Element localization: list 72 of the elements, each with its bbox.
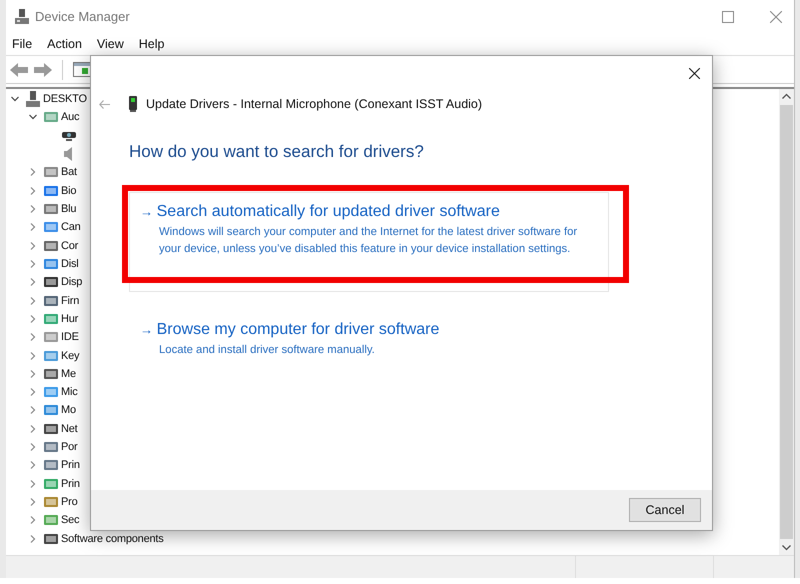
menu-item[interactable]: Action xyxy=(46,37,83,51)
expand-chevron-icon[interactable] xyxy=(29,424,37,433)
expand-chevron-icon[interactable] xyxy=(29,314,37,323)
maximize-icon[interactable] xyxy=(722,10,734,22)
scroll-thumb[interactable] xyxy=(780,105,793,539)
scroll-down-icon[interactable] xyxy=(782,545,791,551)
option-title[interactable]: → Browse my computer for driver software xyxy=(140,320,608,340)
tree-item[interactable]: Por xyxy=(61,441,78,454)
expand-chevron-icon[interactable] xyxy=(29,516,37,524)
expand-chevron-icon[interactable] xyxy=(29,534,37,543)
window-title: Device Manager xyxy=(35,9,130,24)
option-title[interactable]: → Search automatically for updated driver software xyxy=(140,202,608,222)
expand-chevron-icon[interactable] xyxy=(29,186,37,195)
tree-item[interactable]: Prin xyxy=(61,459,80,472)
collapse-chevron-icon[interactable] xyxy=(29,113,37,122)
vertical-scrollbar[interactable] xyxy=(779,89,794,555)
tree-item[interactable]: Firn xyxy=(61,294,80,307)
menu-item[interactable]: Help xyxy=(138,37,166,51)
tree-item[interactable]: Cor xyxy=(61,240,78,252)
scroll-up-icon[interactable] xyxy=(782,93,791,99)
expand-chevron-icon[interactable] xyxy=(29,443,37,452)
tree-item[interactable]: Bio xyxy=(61,184,76,197)
expand-chevron-icon[interactable] xyxy=(29,260,37,268)
tree-item[interactable]: Auc xyxy=(61,111,80,124)
tree-item[interactable]: Sec xyxy=(61,514,80,526)
collapse-chevron-icon[interactable] xyxy=(11,95,19,104)
expand-chevron-icon[interactable] xyxy=(29,333,37,342)
expand-chevron-icon[interactable] xyxy=(29,461,37,470)
tree-item[interactable]: Me xyxy=(61,368,76,380)
menu-item[interactable]: File xyxy=(11,37,34,51)
expand-chevron-icon[interactable] xyxy=(29,406,37,414)
tree-item[interactable]: Pro xyxy=(61,496,78,508)
forward-arrow-icon[interactable] xyxy=(34,62,52,76)
tree-item[interactable]: Software components xyxy=(61,532,164,545)
expand-chevron-icon[interactable] xyxy=(29,278,37,286)
tree-item[interactable]: Can xyxy=(61,221,81,234)
tree-item[interactable]: Disl xyxy=(61,258,79,270)
tree-item[interactable]: Prin xyxy=(61,478,80,490)
dialog-title: Update Drivers - Internal Microphone (Conexant ISST Audio) xyxy=(146,97,482,111)
tree-item[interactable]: Bat xyxy=(61,166,77,178)
tree-item[interactable]: Net xyxy=(61,422,78,435)
expand-chevron-icon[interactable] xyxy=(29,480,37,488)
tree-item[interactable]: Mo xyxy=(61,404,76,416)
computer-icon xyxy=(25,91,41,108)
menu-item[interactable]: View xyxy=(96,37,125,51)
properties-window-icon[interactable] xyxy=(73,62,91,77)
back-arrow-icon[interactable] xyxy=(99,100,110,108)
expand-chevron-icon[interactable] xyxy=(29,168,37,176)
option-description: Locate and install driver software manually. xyxy=(158,343,376,358)
expand-chevron-icon[interactable] xyxy=(29,388,37,396)
tree-item[interactable]: Disp xyxy=(61,276,82,288)
tree-item[interactable]: Key xyxy=(61,350,80,362)
tree-item[interactable]: Hur xyxy=(61,312,78,325)
expand-chevron-icon[interactable] xyxy=(29,242,37,250)
tree-item[interactable]: Mic xyxy=(61,386,78,398)
cancel-button[interactable]: Cancel xyxy=(629,498,701,522)
option-panel[interactable] xyxy=(129,192,609,292)
back-arrow-icon[interactable] xyxy=(10,62,28,76)
computer-icon xyxy=(15,8,29,24)
tree-item[interactable]: DESKTO xyxy=(43,93,87,106)
close-icon[interactable] xyxy=(689,68,700,78)
option-description: Windows will search your computer and the Internet for the latest driver software for your device, unless you’ve disabled this feature in your device installation settings. xyxy=(158,225,578,257)
expand-chevron-icon[interactable] xyxy=(29,223,37,232)
expand-chevron-icon[interactable] xyxy=(29,498,37,506)
expand-chevron-icon[interactable] xyxy=(29,370,37,378)
dialog-heading: How do you want to search for drivers? xyxy=(129,142,424,162)
expand-chevron-icon[interactable] xyxy=(29,296,37,305)
expand-chevron-icon[interactable] xyxy=(29,352,37,360)
tree-item[interactable]: Blu xyxy=(61,203,76,216)
tree-item[interactable]: IDE xyxy=(61,331,79,344)
expand-chevron-icon[interactable] xyxy=(29,205,37,214)
microphone-device-icon xyxy=(129,96,137,112)
